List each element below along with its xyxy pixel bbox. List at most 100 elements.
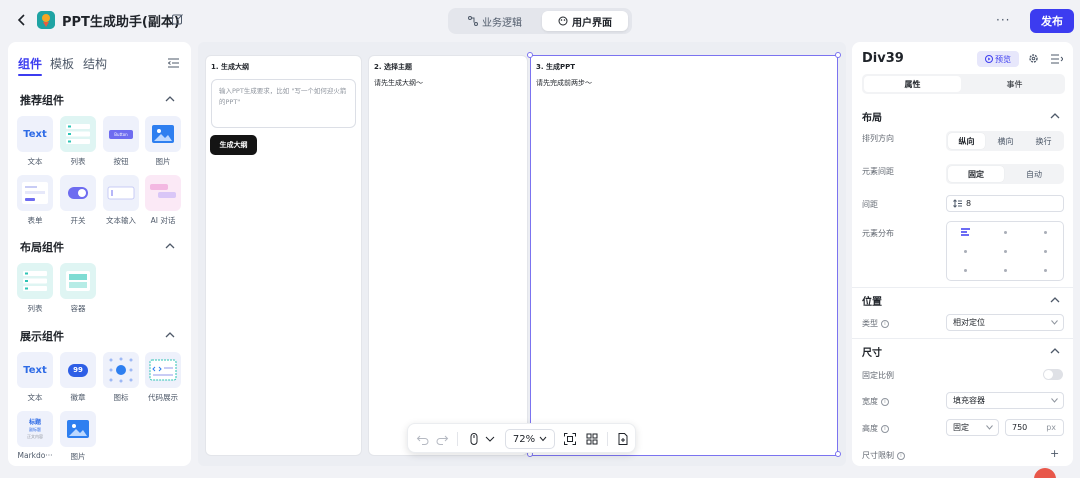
height-text: 高度 <box>862 424 878 433</box>
more-menu-button[interactable]: ··· <box>996 13 1010 27</box>
tab-user-interface[interactable]: 用户界面 <box>542 11 628 31</box>
tab-templates[interactable]: 模板 <box>50 55 74 72</box>
align-middle-right[interactable] <box>1044 250 1047 253</box>
redo-icon[interactable] <box>435 432 449 446</box>
chevron-up-icon[interactable] <box>165 95 175 103</box>
column-theme[interactable]: 2. 选择主题 请先生成大纲～ <box>368 55 528 456</box>
column-generate-ppt-selected[interactable]: 3. 生成PPT 请先完成前两步～ <box>530 55 838 456</box>
align-top-center[interactable] <box>1004 231 1007 234</box>
collapse-panel-icon[interactable] <box>1051 54 1063 64</box>
image-icon[interactable] <box>60 411 96 447</box>
tab-business-logic[interactable]: 业务逻辑 <box>452 11 538 31</box>
ai-chat-icon[interactable] <box>145 175 181 211</box>
spacing-auto[interactable]: 自动 <box>1006 166 1062 182</box>
align-middle-center[interactable] <box>1004 250 1007 253</box>
preview-label: 预览 <box>995 54 1011 64</box>
collapse-panel-icon[interactable] <box>168 58 179 68</box>
fit-screen-icon[interactable] <box>563 432 577 446</box>
play-icon <box>985 55 993 63</box>
markdown-icon[interactable]: 标题 副标题 正文内容 <box>17 411 53 447</box>
chevron-up-icon[interactable] <box>1050 112 1060 119</box>
generate-outline-button[interactable]: 生成大纲 <box>210 135 257 155</box>
alignment-grid[interactable] <box>946 221 1064 281</box>
form-icon[interactable] <box>17 175 53 211</box>
info-icon[interactable]: i <box>881 397 889 406</box>
info-icon[interactable]: i <box>897 451 905 460</box>
width-text: 宽度 <box>862 397 878 406</box>
code-display-icon[interactable] <box>145 352 181 388</box>
properties-panel: Div39 预览 属性 事件 布局 排列方向 纵向 横向 换行 元素间距 固定 … <box>852 42 1073 466</box>
info-icon[interactable]: i <box>881 319 889 328</box>
chevron-up-icon[interactable] <box>1050 347 1060 354</box>
fixed-ratio-toggle[interactable] <box>1043 369 1063 380</box>
text-input-icon[interactable] <box>103 175 139 211</box>
align-top-right[interactable] <box>1044 231 1047 234</box>
distribution-label: 元素分布 <box>862 229 894 238</box>
align-bottom-left[interactable] <box>964 269 967 272</box>
image-icon[interactable] <box>145 116 181 152</box>
chevron-down-icon <box>1051 320 1058 325</box>
resize-handle[interactable] <box>527 52 533 58</box>
tab-events[interactable]: 事件 <box>966 76 1063 92</box>
grid-icon[interactable] <box>585 432 599 446</box>
gap-label: 间距 <box>862 200 878 209</box>
tab-structure[interactable]: 结构 <box>83 55 107 72</box>
zoom-select[interactable]: 72% <box>505 429 555 449</box>
icon-component-icon[interactable] <box>103 352 139 388</box>
component-text-tile[interactable]: Text <box>17 352 53 388</box>
size-limit-text: 尺寸限制 <box>862 451 894 460</box>
avatar[interactable] <box>1034 468 1056 478</box>
undo-icon[interactable] <box>416 432 430 446</box>
container-icon[interactable] <box>60 263 96 299</box>
tab-components[interactable]: 组件 <box>18 55 43 76</box>
section-recommended-title: 推荐组件 <box>20 94 64 107</box>
button-tile-preview: Button <box>109 129 133 139</box>
list-icon[interactable] <box>60 116 96 152</box>
mouse-icon[interactable] <box>467 432 481 446</box>
height-input[interactable]: 750 px <box>1005 419 1064 436</box>
position-type-text: 类型 <box>862 319 878 328</box>
height-mode-select[interactable]: 固定 <box>946 419 999 436</box>
align-top-left-icon[interactable] <box>961 228 971 236</box>
direction-vertical[interactable]: 纵向 <box>948 133 985 149</box>
column-title: 3. 生成PPT <box>536 63 576 71</box>
design-canvas[interactable]: 1. 生成大纲 输入PPT生成要求，比如 "写一个如何迎火箭的PPT" 生成大纲… <box>198 42 846 466</box>
back-arrow-icon[interactable] <box>14 12 30 28</box>
list-icon[interactable] <box>17 263 53 299</box>
resize-handle[interactable] <box>835 52 841 58</box>
gap-input[interactable]: 8 <box>946 195 1064 212</box>
app-logo-icon <box>37 11 55 29</box>
add-page-icon[interactable] <box>616 432 630 446</box>
text-tile-label: Text <box>23 128 47 140</box>
tab-attributes[interactable]: 属性 <box>864 76 961 92</box>
add-size-limit-button[interactable]: + <box>1050 447 1059 460</box>
app-title: PPT生成助手(副本) <box>62 15 180 30</box>
direction-wrap[interactable]: 换行 <box>1025 133 1062 149</box>
prompt-textarea[interactable]: 输入PPT生成要求，比如 "写一个如何迎火箭的PPT" <box>211 79 356 128</box>
button-icon[interactable]: Button <box>103 116 139 152</box>
align-bottom-center[interactable] <box>1004 269 1007 272</box>
toggle-icon[interactable] <box>60 175 96 211</box>
prompt-placeholder: 输入PPT生成要求，比如 "写一个如何迎火箭的PPT" <box>219 87 347 106</box>
chevron-down-icon[interactable] <box>483 432 497 446</box>
position-type-select[interactable]: 相对定位 <box>946 314 1064 331</box>
preview-button[interactable]: 预览 <box>977 51 1019 67</box>
align-bottom-right[interactable] <box>1044 269 1047 272</box>
info-icon[interactable]: i <box>881 424 889 433</box>
chevron-up-icon[interactable] <box>165 242 175 250</box>
chevron-up-icon[interactable] <box>1050 296 1060 303</box>
direction-horizontal[interactable]: 横向 <box>987 133 1024 149</box>
selected-element-name: Div39 <box>862 51 904 66</box>
line-spacing-icon <box>953 199 962 208</box>
align-middle-left[interactable] <box>964 250 967 253</box>
column-outline[interactable]: 1. 生成大纲 输入PPT生成要求，比如 "写一个如何迎火箭的PPT" 生成大纲 <box>205 55 362 456</box>
gear-icon[interactable] <box>1028 53 1039 64</box>
chevron-up-icon[interactable] <box>165 331 175 339</box>
width-select[interactable]: 填充容器 <box>946 392 1064 409</box>
spacing-fixed[interactable]: 固定 <box>948 166 1004 182</box>
badge-icon[interactable]: 99 <box>60 352 96 388</box>
publish-button[interactable]: 发布 <box>1030 9 1074 33</box>
resize-handle[interactable] <box>835 451 841 457</box>
component-text-tile[interactable]: Text <box>17 116 53 152</box>
edit-icon[interactable] <box>171 13 184 26</box>
